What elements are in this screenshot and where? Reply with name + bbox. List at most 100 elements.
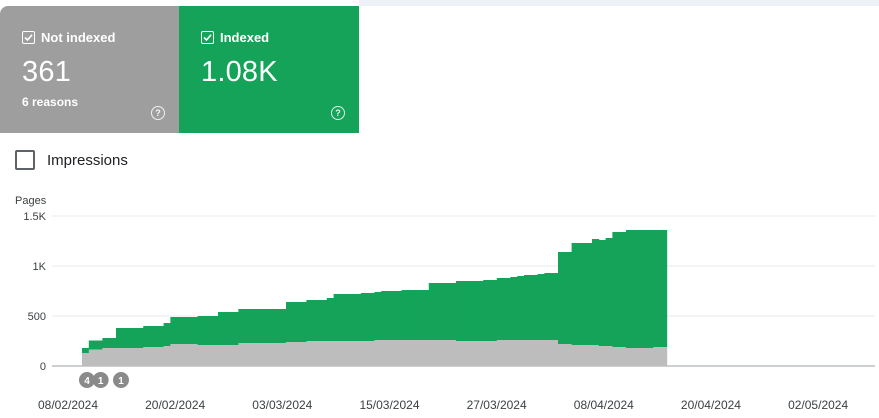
y-tick-label: 500: [28, 311, 46, 323]
bar-indexed: [422, 290, 430, 340]
bar-indexed: [299, 302, 307, 342]
bar-indexed: [435, 283, 443, 340]
bar-indexed: [156, 326, 164, 347]
impressions-toggle[interactable]: Impressions: [15, 150, 128, 170]
bar-not-indexed: [558, 344, 566, 366]
bar-not-indexed: [639, 348, 647, 366]
checkbox-checked-icon[interactable]: [22, 31, 35, 44]
bar-not-indexed: [496, 340, 504, 366]
bar-indexed: [524, 275, 532, 340]
bar-not-indexed: [653, 347, 661, 366]
bar-indexed: [95, 340, 103, 350]
bar-not-indexed: [435, 340, 443, 366]
x-tick-label: 02/05/2024: [788, 398, 848, 412]
bar-indexed: [605, 238, 613, 346]
bar-indexed: [388, 291, 396, 340]
x-tick-label: 15/03/2024: [359, 398, 419, 412]
bar-not-indexed: [564, 344, 572, 366]
bar-not-indexed: [415, 340, 423, 366]
annotation-label: 4: [84, 376, 90, 387]
x-tick-label: 08/04/2024: [574, 398, 634, 412]
bar-not-indexed: [544, 340, 552, 366]
bar-not-indexed: [252, 343, 260, 366]
bar-indexed: [204, 316, 212, 345]
bar-indexed: [143, 326, 151, 347]
bar-not-indexed: [585, 345, 593, 366]
bar-indexed: [102, 338, 110, 348]
bar-indexed: [211, 316, 219, 345]
bar-not-indexed: [218, 345, 226, 366]
bar-not-indexed: [320, 341, 328, 366]
bar-not-indexed: [238, 343, 246, 366]
checkbox-checked-icon[interactable]: [201, 31, 214, 44]
indexed-card[interactable]: Indexed 1.08K ?: [179, 6, 359, 133]
bar-indexed: [503, 278, 511, 340]
bar-indexed: [551, 273, 559, 340]
bar-indexed: [231, 312, 239, 345]
bar-not-indexed: [109, 348, 117, 366]
bar-indexed: [626, 230, 634, 348]
bar-indexed: [428, 283, 436, 340]
bar-indexed: [592, 239, 600, 345]
bar-indexed: [129, 328, 137, 348]
y-tick-label: 1.5K: [23, 211, 46, 223]
bar-not-indexed: [388, 340, 396, 366]
indexed-header[interactable]: Indexed: [201, 30, 269, 45]
bar-indexed: [326, 298, 334, 341]
bar-indexed: [354, 294, 362, 341]
bar-not-indexed: [632, 348, 640, 366]
annotation-label: 1: [98, 376, 104, 387]
bar-indexed: [564, 252, 572, 344]
bar-indexed: [442, 283, 450, 340]
bar-not-indexed: [116, 348, 124, 366]
x-tick-label: 27/03/2024: [467, 398, 527, 412]
bar-not-indexed: [224, 345, 232, 366]
bar-indexed: [306, 300, 314, 341]
bar-indexed: [218, 312, 226, 345]
bar-not-indexed: [347, 341, 355, 366]
bar-not-indexed: [88, 349, 96, 366]
bar-indexed: [340, 294, 348, 341]
help-circle-icon[interactable]: ?: [331, 106, 345, 120]
bar-not-indexed: [197, 345, 205, 366]
not-indexed-header[interactable]: Not indexed: [22, 30, 115, 45]
bar-not-indexed: [401, 340, 409, 366]
bar-indexed: [170, 317, 178, 344]
bar-indexed: [639, 230, 647, 348]
y-tick-label: 1K: [33, 261, 47, 273]
bar-not-indexed: [605, 346, 613, 366]
bar-not-indexed: [612, 347, 620, 366]
bar-not-indexed: [163, 346, 171, 366]
bar-not-indexed: [660, 347, 668, 366]
bar-not-indexed: [231, 345, 239, 366]
bar-indexed: [258, 309, 266, 343]
bar-indexed: [660, 230, 668, 347]
x-tick-label: 20/04/2024: [681, 398, 741, 412]
bar-indexed: [530, 275, 538, 340]
bar-indexed: [88, 340, 96, 350]
bar-not-indexed: [551, 340, 559, 366]
bar-not-indexed: [626, 348, 634, 366]
bar-not-indexed: [422, 340, 430, 366]
y-axis-label: Pages: [15, 195, 47, 207]
bar-indexed: [381, 291, 389, 340]
bar-not-indexed: [490, 341, 498, 366]
bar-not-indexed: [286, 342, 294, 366]
impressions-checkbox[interactable]: [15, 150, 35, 170]
bar-not-indexed: [360, 341, 368, 366]
bar-indexed: [224, 312, 232, 345]
not-indexed-card[interactable]: Not indexed 361 6 reasons ?: [0, 6, 179, 133]
bar-not-indexed: [204, 345, 212, 366]
y-tick-label: 0: [40, 361, 46, 373]
bar-not-indexed: [503, 340, 511, 366]
bar-not-indexed: [143, 347, 151, 366]
bar-not-indexed: [258, 343, 266, 366]
bar-indexed: [333, 294, 341, 341]
help-circle-icon[interactable]: ?: [151, 106, 165, 120]
bar-not-indexed: [592, 345, 600, 366]
bar-indexed: [109, 338, 117, 348]
bar-indexed: [415, 290, 423, 340]
bar-not-indexed: [306, 341, 314, 366]
bar-not-indexed: [279, 343, 287, 366]
bar-not-indexed: [150, 347, 158, 366]
